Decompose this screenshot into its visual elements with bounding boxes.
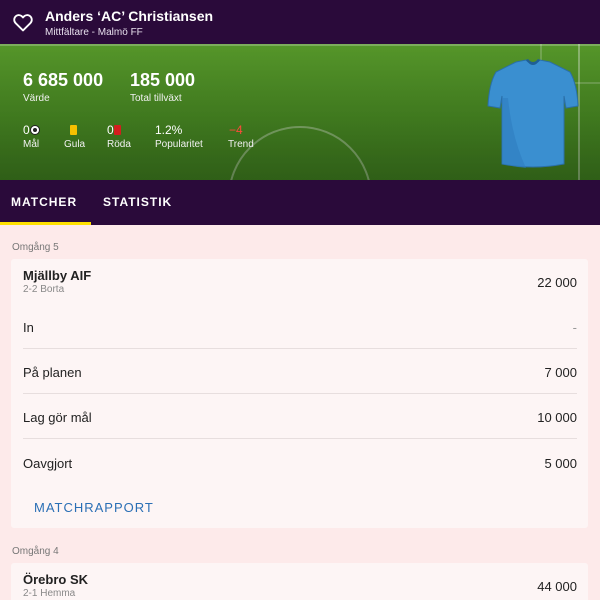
opponent-team[interactable]: Mjällby AIF [23, 268, 91, 283]
team-shirt-icon [487, 59, 579, 168]
trend-value: −4 [229, 123, 243, 137]
yellow-cards-label: Gula [64, 139, 86, 150]
player-hero: 6 685 000 Värde 185 000 Total tillväxt 0… [0, 44, 600, 180]
points-row-label: Oavgjort [23, 456, 73, 471]
tab-statistics[interactable]: STATISTIK [103, 195, 172, 209]
match-card: Mjällby AIF 2-2 Borta 22 000 In - På pla… [11, 259, 588, 528]
yellow-cards-stat [70, 124, 77, 138]
divider [23, 348, 577, 349]
football-icon [29, 125, 40, 135]
goals-stat: 0 [23, 123, 40, 137]
match-card: Örebro SK 2-1 Hemma 44 000 [11, 563, 588, 600]
points-row-value: 5 000 [544, 456, 577, 471]
popularity-value: 1.2% [155, 123, 183, 137]
player-name: Anders ‘AC’ Christiansen [45, 8, 214, 24]
points-row-value: 7 000 [544, 365, 577, 380]
points-row-label: På planen [23, 365, 82, 380]
divider [23, 393, 577, 394]
goals-count: 0 [23, 123, 30, 137]
match-report-button[interactable]: MATCHRAPPORT [34, 500, 154, 515]
trend-label: Trend [228, 139, 254, 150]
red-cards-label: Röda [107, 139, 131, 150]
heart-outline-icon[interactable] [13, 13, 33, 32]
match-points: 44 000 [537, 579, 577, 594]
points-row-value: - [572, 320, 577, 335]
player-value: 6 685 000 [23, 70, 104, 90]
points-row-value: 10 000 [537, 410, 577, 425]
red-card-icon [113, 125, 121, 135]
red-cards-stat: 0 [107, 123, 121, 137]
round-label: Omgång 5 [12, 242, 59, 253]
active-tab-indicator [0, 222, 91, 225]
divider [23, 438, 577, 439]
opponent-team[interactable]: Örebro SK [23, 572, 88, 587]
match-result: 2-2 Borta [23, 284, 65, 295]
goals-label: Mål [23, 139, 40, 150]
tab-matches[interactable]: MATCHER [11, 195, 77, 209]
total-growth-label: Total tillväxt [130, 93, 182, 104]
tab-bar: MATCHER STATISTIK [0, 180, 600, 225]
player-value-label: Värde [23, 93, 50, 104]
points-row-label: In [23, 320, 34, 335]
points-row-label: Lag gör mål [23, 410, 92, 425]
app-header: Anders ‘AC’ Christiansen Mittfältare - M… [0, 0, 600, 44]
red-cards-count: 0 [107, 123, 114, 137]
match-result: 2-1 Hemma [23, 588, 76, 599]
yellow-card-icon [70, 125, 77, 135]
match-points: 22 000 [537, 275, 577, 290]
popularity-label: Popularitet [155, 139, 203, 150]
total-growth: 185 000 [130, 70, 196, 90]
player-position-club: Mittfältare - Malmö FF [45, 27, 143, 38]
round-label: Omgång 4 [12, 546, 59, 557]
